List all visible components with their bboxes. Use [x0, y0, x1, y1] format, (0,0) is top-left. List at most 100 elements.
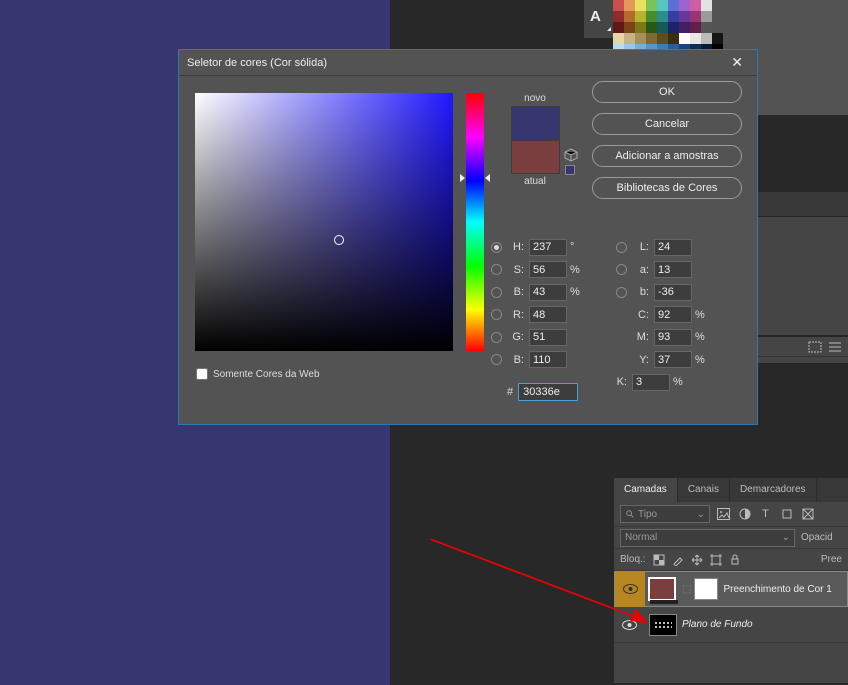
swatch[interactable]	[679, 22, 690, 33]
radio-bb[interactable]	[491, 354, 502, 365]
lock-brush-icon[interactable]	[672, 554, 684, 566]
layer-name[interactable]: Plano de Fundo	[682, 619, 753, 630]
swatch[interactable]	[624, 33, 635, 44]
tab-paths[interactable]: Demarcadores	[730, 478, 817, 502]
hue-pointer[interactable]	[460, 174, 490, 182]
swatch[interactable]	[668, 0, 679, 11]
layer-row-bg[interactable]: Plano de Fundo	[614, 607, 848, 643]
b-input[interactable]	[654, 284, 692, 301]
swatch[interactable]	[657, 0, 668, 11]
swatch[interactable]	[635, 33, 646, 44]
radio-h[interactable]	[491, 242, 502, 253]
swatch[interactable]	[635, 22, 646, 33]
swatch[interactable]	[624, 11, 635, 22]
swatch[interactable]	[679, 11, 690, 22]
add-swatch-button[interactable]: Adicionar a amostras	[592, 145, 742, 167]
filter-image-icon[interactable]	[716, 507, 731, 522]
gamut-warning-icon[interactable]	[564, 148, 578, 162]
radio-l[interactable]	[616, 242, 627, 253]
swatch[interactable]	[635, 0, 646, 11]
lock-artboard-icon[interactable]	[710, 554, 722, 566]
filter-smart-icon[interactable]	[800, 507, 815, 522]
radio-r[interactable]	[491, 309, 502, 320]
visibility-toggle[interactable]	[615, 571, 645, 607]
radio-g[interactable]	[491, 332, 502, 343]
bb-input[interactable]	[529, 351, 567, 368]
swatch[interactable]	[624, 22, 635, 33]
blend-mode-select[interactable]: Normal⌄	[620, 529, 795, 547]
k-input[interactable]	[632, 374, 670, 391]
radio-b[interactable]	[616, 287, 627, 298]
swatch[interactable]	[712, 33, 723, 44]
color-libraries-button[interactable]: Bibliotecas de Cores	[592, 177, 742, 199]
color-field[interactable]	[195, 93, 453, 351]
swatch[interactable]	[690, 0, 701, 11]
close-icon[interactable]: ✕	[725, 52, 749, 73]
new-color-swatch[interactable]	[511, 106, 560, 140]
layer-name[interactable]: Preenchimento de Cor 1	[723, 584, 831, 595]
titlebar[interactable]: Seletor de cores (Cor sólida) ✕	[179, 50, 757, 76]
cancel-button[interactable]: Cancelar	[592, 113, 742, 135]
swatch[interactable]	[690, 22, 701, 33]
layer-thumbnail[interactable]	[649, 614, 677, 636]
layer-row-fill[interactable]: ⬚ Preenchimento de Cor 1	[614, 571, 848, 607]
filter-kind-select[interactable]: Tipo ⌄	[620, 505, 710, 523]
swatch[interactable]	[701, 33, 712, 44]
swatch[interactable]	[701, 22, 712, 33]
swatch[interactable]	[701, 0, 712, 11]
hex-input[interactable]	[518, 383, 578, 401]
y-input[interactable]	[654, 351, 692, 368]
lock-all-icon[interactable]	[729, 554, 741, 566]
menu-icon[interactable]	[828, 341, 842, 353]
tab-layers[interactable]: Camadas	[614, 478, 678, 502]
swatch[interactable]	[646, 11, 657, 22]
swatch[interactable]	[657, 11, 668, 22]
swatch[interactable]	[690, 11, 701, 22]
lock-pixels-icon[interactable]	[653, 554, 665, 566]
swatch[interactable]	[613, 11, 624, 22]
lock-move-icon[interactable]	[691, 554, 703, 566]
type-tool-icon[interactable]: A	[584, 0, 613, 33]
swatch[interactable]	[679, 0, 690, 11]
bv-input[interactable]	[529, 284, 567, 301]
swatch[interactable]	[657, 22, 668, 33]
swatch[interactable]	[690, 33, 701, 44]
g-input[interactable]	[529, 329, 567, 346]
swatch[interactable]	[646, 0, 657, 11]
visibility-toggle[interactable]	[614, 607, 644, 643]
radio-s[interactable]	[491, 264, 502, 275]
m-input[interactable]	[654, 329, 692, 346]
layer-mask-thumbnail[interactable]	[694, 578, 718, 600]
ok-button[interactable]: OK	[592, 81, 742, 103]
swatch[interactable]	[624, 0, 635, 11]
filter-adjust-icon[interactable]	[737, 507, 752, 522]
web-only-checkbox[interactable]	[196, 368, 208, 380]
tab-channels[interactable]: Canais	[678, 478, 730, 502]
swatch[interactable]	[668, 11, 679, 22]
a-input[interactable]	[654, 261, 692, 278]
s-input[interactable]	[529, 261, 567, 278]
websafe-swatch[interactable]	[565, 165, 575, 175]
swatch[interactable]	[679, 33, 690, 44]
h-input[interactable]	[529, 239, 567, 256]
layer-thumbnail[interactable]	[648, 577, 676, 601]
l-input[interactable]	[654, 239, 692, 256]
swatch[interactable]	[613, 33, 624, 44]
current-color-swatch[interactable]	[511, 140, 560, 174]
radio-a[interactable]	[616, 264, 627, 275]
swatch[interactable]	[613, 0, 624, 11]
swatch[interactable]	[646, 33, 657, 44]
filter-shape-icon[interactable]	[779, 507, 794, 522]
dashed-icon[interactable]	[808, 341, 822, 353]
hue-slider[interactable]	[466, 93, 484, 351]
swatch[interactable]	[613, 22, 624, 33]
radio-bv[interactable]	[491, 287, 502, 298]
swatch[interactable]	[657, 33, 668, 44]
c-input[interactable]	[654, 306, 692, 323]
swatch[interactable]	[668, 33, 679, 44]
swatch[interactable]	[646, 22, 657, 33]
swatch[interactable]	[668, 22, 679, 33]
swatch[interactable]	[701, 11, 712, 22]
filter-type-icon[interactable]: T	[758, 507, 773, 522]
swatch[interactable]	[635, 11, 646, 22]
